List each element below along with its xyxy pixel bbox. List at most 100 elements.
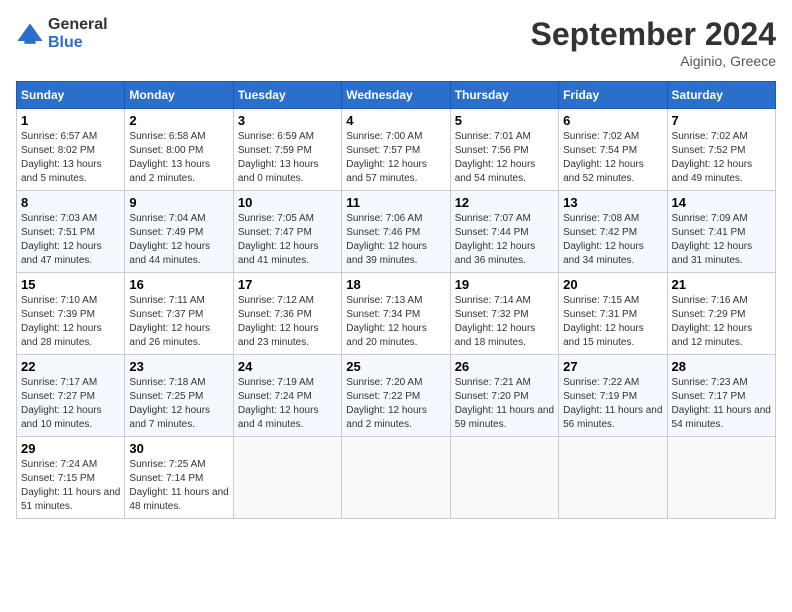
day-number: 27 — [563, 359, 662, 374]
day-number: 12 — [455, 195, 554, 210]
calendar-cell: 19 Sunrise: 7:14 AMSunset: 7:32 PMDaylig… — [450, 273, 558, 355]
logo-blue: Blue — [48, 34, 83, 51]
day-number: 25 — [346, 359, 445, 374]
col-friday: Friday — [559, 82, 667, 109]
calendar-cell: 16 Sunrise: 7:11 AMSunset: 7:37 PMDaylig… — [125, 273, 233, 355]
day-detail: Sunrise: 6:58 AMSunset: 8:00 PMDaylight:… — [129, 131, 210, 184]
calendar-cell: 24 Sunrise: 7:19 AMSunset: 7:24 PMDaylig… — [233, 355, 341, 437]
day-number: 9 — [129, 195, 228, 210]
day-number: 6 — [563, 113, 662, 128]
day-detail: Sunrise: 7:02 AMSunset: 7:54 PMDaylight:… — [563, 131, 644, 184]
calendar-cell: 20 Sunrise: 7:15 AMSunset: 7:31 PMDaylig… — [559, 273, 667, 355]
calendar-cell: 27 Sunrise: 7:22 AMSunset: 7:19 PMDaylig… — [559, 355, 667, 437]
day-detail: Sunrise: 7:13 AMSunset: 7:34 PMDaylight:… — [346, 295, 427, 348]
day-detail: Sunrise: 7:06 AMSunset: 7:46 PMDaylight:… — [346, 213, 427, 266]
col-tuesday: Tuesday — [233, 82, 341, 109]
day-number: 17 — [238, 277, 337, 292]
day-detail: Sunrise: 7:01 AMSunset: 7:56 PMDaylight:… — [455, 131, 536, 184]
calendar-week-1: 1 Sunrise: 6:57 AMSunset: 8:02 PMDayligh… — [17, 109, 776, 191]
day-number: 19 — [455, 277, 554, 292]
day-detail: Sunrise: 7:10 AMSunset: 7:39 PMDaylight:… — [21, 295, 102, 348]
location: Aiginio, Greece — [531, 53, 776, 69]
calendar-cell: 26 Sunrise: 7:21 AMSunset: 7:20 PMDaylig… — [450, 355, 558, 437]
day-number: 10 — [238, 195, 337, 210]
title-block: September 2024 Aiginio, Greece — [531, 16, 776, 69]
logo-general: General — [48, 16, 108, 33]
calendar-table: Sunday Monday Tuesday Wednesday Thursday… — [16, 81, 776, 519]
calendar-cell: 23 Sunrise: 7:18 AMSunset: 7:25 PMDaylig… — [125, 355, 233, 437]
day-number: 4 — [346, 113, 445, 128]
day-number: 23 — [129, 359, 228, 374]
day-number: 22 — [21, 359, 120, 374]
header-row: Sunday Monday Tuesday Wednesday Thursday… — [17, 82, 776, 109]
calendar-cell — [342, 437, 450, 519]
day-number: 15 — [21, 277, 120, 292]
calendar-cell: 3 Sunrise: 6:59 AMSunset: 7:59 PMDayligh… — [233, 109, 341, 191]
col-saturday: Saturday — [667, 82, 775, 109]
day-detail: Sunrise: 7:03 AMSunset: 7:51 PMDaylight:… — [21, 213, 102, 266]
day-detail: Sunrise: 7:16 AMSunset: 7:29 PMDaylight:… — [672, 295, 753, 348]
day-detail: Sunrise: 6:59 AMSunset: 7:59 PMDaylight:… — [238, 131, 319, 184]
calendar-cell: 9 Sunrise: 7:04 AMSunset: 7:49 PMDayligh… — [125, 191, 233, 273]
day-detail: Sunrise: 7:21 AMSunset: 7:20 PMDaylight:… — [455, 377, 554, 430]
day-detail: Sunrise: 7:09 AMSunset: 7:41 PMDaylight:… — [672, 213, 753, 266]
day-number: 7 — [672, 113, 771, 128]
calendar-cell: 2 Sunrise: 6:58 AMSunset: 8:00 PMDayligh… — [125, 109, 233, 191]
calendar-cell: 1 Sunrise: 6:57 AMSunset: 8:02 PMDayligh… — [17, 109, 125, 191]
calendar-cell: 29 Sunrise: 7:24 AMSunset: 7:15 PMDaylig… — [17, 437, 125, 519]
logo-icon — [16, 20, 44, 48]
day-number: 29 — [21, 441, 120, 456]
calendar-cell: 13 Sunrise: 7:08 AMSunset: 7:42 PMDaylig… — [559, 191, 667, 273]
logo: General Blue — [16, 16, 108, 52]
col-thursday: Thursday — [450, 82, 558, 109]
day-number: 26 — [455, 359, 554, 374]
day-number: 18 — [346, 277, 445, 292]
day-number: 30 — [129, 441, 228, 456]
calendar-week-4: 22 Sunrise: 7:17 AMSunset: 7:27 PMDaylig… — [17, 355, 776, 437]
day-number: 24 — [238, 359, 337, 374]
calendar-cell: 30 Sunrise: 7:25 AMSunset: 7:14 PMDaylig… — [125, 437, 233, 519]
calendar-cell: 8 Sunrise: 7:03 AMSunset: 7:51 PMDayligh… — [17, 191, 125, 273]
day-number: 5 — [455, 113, 554, 128]
calendar-cell: 25 Sunrise: 7:20 AMSunset: 7:22 PMDaylig… — [342, 355, 450, 437]
day-detail: Sunrise: 7:23 AMSunset: 7:17 PMDaylight:… — [672, 377, 771, 430]
calendar-cell: 22 Sunrise: 7:17 AMSunset: 7:27 PMDaylig… — [17, 355, 125, 437]
day-number: 2 — [129, 113, 228, 128]
day-detail: Sunrise: 7:19 AMSunset: 7:24 PMDaylight:… — [238, 377, 319, 430]
calendar-cell: 17 Sunrise: 7:12 AMSunset: 7:36 PMDaylig… — [233, 273, 341, 355]
calendar-cell: 5 Sunrise: 7:01 AMSunset: 7:56 PMDayligh… — [450, 109, 558, 191]
calendar-cell — [667, 437, 775, 519]
col-sunday: Sunday — [17, 82, 125, 109]
day-detail: Sunrise: 7:18 AMSunset: 7:25 PMDaylight:… — [129, 377, 210, 430]
day-detail: Sunrise: 7:22 AMSunset: 7:19 PMDaylight:… — [563, 377, 662, 430]
calendar-cell — [233, 437, 341, 519]
day-detail: Sunrise: 7:11 AMSunset: 7:37 PMDaylight:… — [129, 295, 210, 348]
day-number: 13 — [563, 195, 662, 210]
day-number: 20 — [563, 277, 662, 292]
calendar-cell: 7 Sunrise: 7:02 AMSunset: 7:52 PMDayligh… — [667, 109, 775, 191]
day-number: 28 — [672, 359, 771, 374]
calendar-week-5: 29 Sunrise: 7:24 AMSunset: 7:15 PMDaylig… — [17, 437, 776, 519]
day-number: 8 — [21, 195, 120, 210]
calendar-cell: 15 Sunrise: 7:10 AMSunset: 7:39 PMDaylig… — [17, 273, 125, 355]
calendar-cell: 12 Sunrise: 7:07 AMSunset: 7:44 PMDaylig… — [450, 191, 558, 273]
calendar-cell — [450, 437, 558, 519]
day-detail: Sunrise: 7:00 AMSunset: 7:57 PMDaylight:… — [346, 131, 427, 184]
calendar-cell: 18 Sunrise: 7:13 AMSunset: 7:34 PMDaylig… — [342, 273, 450, 355]
day-number: 1 — [21, 113, 120, 128]
day-detail: Sunrise: 7:15 AMSunset: 7:31 PMDaylight:… — [563, 295, 644, 348]
month-title: September 2024 — [531, 16, 776, 53]
calendar-week-2: 8 Sunrise: 7:03 AMSunset: 7:51 PMDayligh… — [17, 191, 776, 273]
day-number: 14 — [672, 195, 771, 210]
col-wednesday: Wednesday — [342, 82, 450, 109]
day-detail: Sunrise: 7:02 AMSunset: 7:52 PMDaylight:… — [672, 131, 753, 184]
day-number: 16 — [129, 277, 228, 292]
day-detail: Sunrise: 7:24 AMSunset: 7:15 PMDaylight:… — [21, 459, 120, 512]
calendar-cell: 4 Sunrise: 7:00 AMSunset: 7:57 PMDayligh… — [342, 109, 450, 191]
day-detail: Sunrise: 7:07 AMSunset: 7:44 PMDaylight:… — [455, 213, 536, 266]
calendar-cell: 11 Sunrise: 7:06 AMSunset: 7:46 PMDaylig… — [342, 191, 450, 273]
day-detail: Sunrise: 7:05 AMSunset: 7:47 PMDaylight:… — [238, 213, 319, 266]
day-detail: Sunrise: 7:17 AMSunset: 7:27 PMDaylight:… — [21, 377, 102, 430]
day-number: 11 — [346, 195, 445, 210]
day-detail: Sunrise: 7:14 AMSunset: 7:32 PMDaylight:… — [455, 295, 536, 348]
